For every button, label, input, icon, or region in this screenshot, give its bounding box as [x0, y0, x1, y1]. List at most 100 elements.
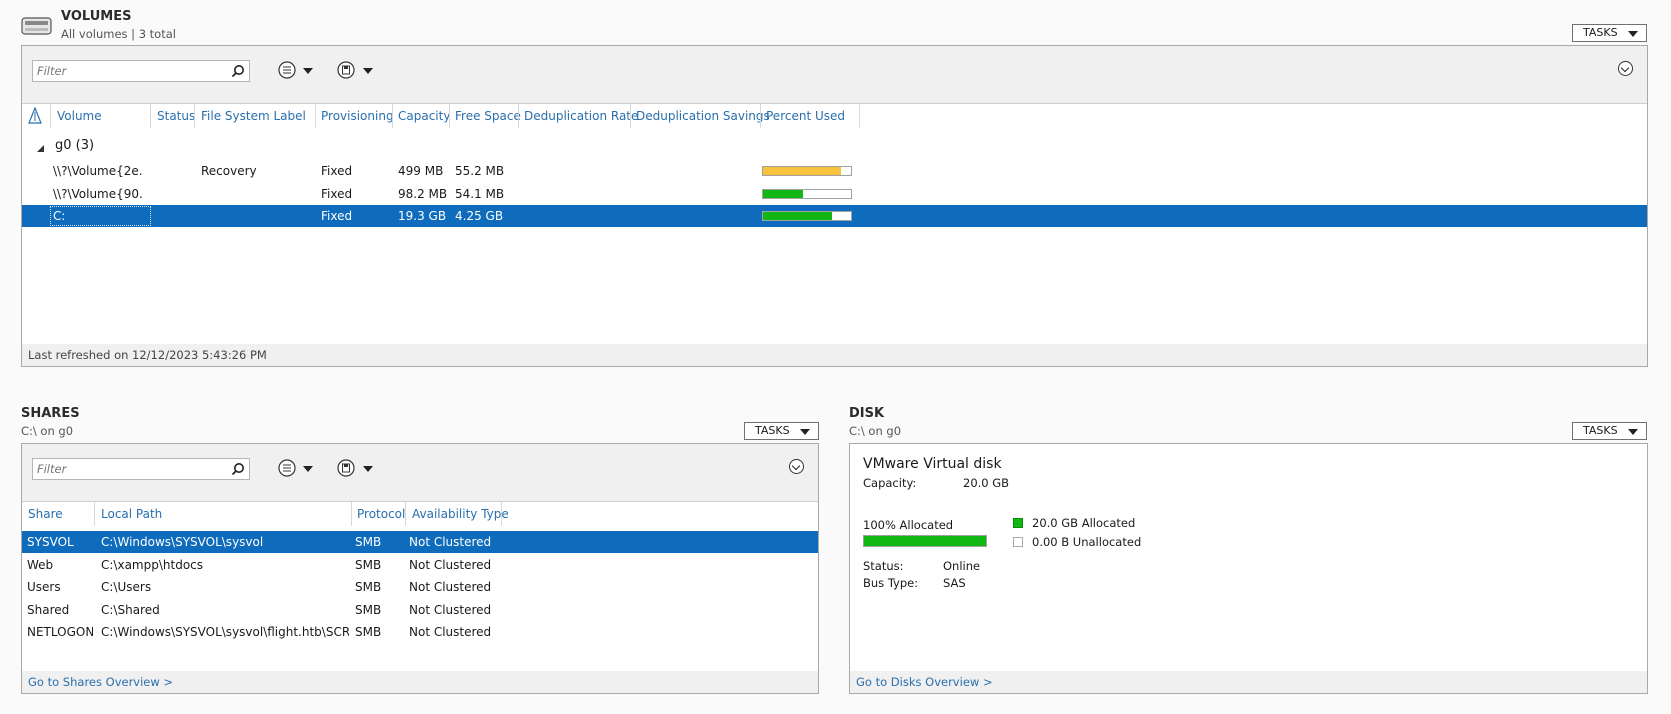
volume-cell-free: 4.25 GB	[455, 209, 504, 223]
share-cell-protocol: SMB	[355, 625, 382, 639]
go-to-disks-overview-link[interactable]: Go to Disks Overview >	[856, 675, 993, 689]
legend-unallocated-swatch	[1013, 537, 1023, 547]
search-icon[interactable]	[231, 64, 245, 81]
disk-bus-label: Bus Type:	[863, 576, 919, 590]
share-cell-protocol: SMB	[355, 535, 382, 549]
save-query-dropdown-icon[interactable]	[363, 68, 373, 74]
legend-allocated-swatch	[1013, 518, 1023, 528]
disk-status-value: Online	[943, 559, 981, 573]
volume-cell-capacity: 499 MB	[398, 164, 444, 178]
column-header-capacity[interactable]: Capacity	[398, 109, 450, 123]
shares-title: SHARES	[21, 406, 80, 421]
column-header-share[interactable]: Share	[28, 507, 63, 521]
volume-cell-label: Recovery	[201, 164, 257, 178]
tasks-label: TASKS	[755, 424, 790, 437]
shares-panel: Filter Share Local Path Protocol Availab…	[21, 443, 819, 694]
volume-cell-free: 54.1 MB	[455, 186, 505, 201]
disk-capacity-value: 20.0 GB	[963, 476, 1010, 490]
share-cell-path: C:\Windows\SYSVOL\sysvol	[101, 535, 264, 549]
disk-footer: Go to Disks Overview >	[850, 671, 1647, 693]
legend-allocated-label: 20.0 GB Allocated	[1032, 516, 1136, 530]
group-label: g0 (3)	[55, 138, 95, 153]
column-header-row: Volume Status File System Label Provisio…	[22, 104, 1647, 128]
share-cell-path: C:\Windows\SYSVOL\sysvol\flight.htb\SCRI…	[101, 625, 349, 639]
share-row[interactable]: Web C:\xampp\htdocs SMB Not Clustered	[22, 554, 818, 576]
chevron-down-icon	[1628, 31, 1638, 37]
legend-unallocated-label: 0.00 B Unallocated	[1032, 535, 1142, 549]
tasks-label: TASKS	[1583, 424, 1618, 437]
column-header-percent-used[interactable]: Percent Used	[766, 109, 845, 123]
share-cell-path: C:\Users	[101, 580, 152, 594]
disk-tasks-button[interactable]: TASKS	[1572, 422, 1647, 440]
volumes-tasks-button[interactable]: TASKS	[1572, 24, 1647, 42]
percent-used-bar	[762, 166, 852, 176]
volume-cell-free: 55.2 MB	[455, 164, 505, 178]
share-row[interactable]: NETLOGON C:\Windows\SYSVOL\sysvol\flight.…	[22, 621, 818, 643]
volumes-subtitle: All volumes | 3 total	[61, 27, 176, 41]
list-view-dropdown-icon[interactable]	[303, 466, 313, 472]
sort-icon[interactable]	[28, 106, 42, 128]
volume-cell-provisioning: Fixed	[321, 186, 353, 201]
share-cell-availability: Not Clustered	[409, 557, 492, 572]
shares-footer: Go to Shares Overview >	[22, 671, 818, 693]
allocation-bar-fill	[864, 536, 986, 546]
allocated-label: 100% Allocated	[863, 518, 954, 532]
list-view-icon[interactable]	[278, 459, 296, 480]
share-cell-protocol: SMB	[355, 602, 382, 617]
filter-placeholder: Filter	[37, 462, 67, 476]
column-header-deduplication-rate[interactable]: Deduplication Rate	[524, 109, 638, 123]
disk-subtitle: C:\ on g0	[849, 424, 902, 438]
save-query-dropdown-icon[interactable]	[363, 466, 373, 472]
last-refreshed-text: Last refreshed on 12/12/2023 5:43:26 PM	[28, 348, 267, 362]
volumes-title: VOLUMES	[61, 9, 132, 24]
column-header-provisioning[interactable]: Provisioning	[321, 109, 394, 123]
share-row[interactable]: SYSVOL C:\Windows\SYSVOL\sysvol SMB Not Clu…	[22, 531, 818, 553]
share-cell-availability: Not Clustered	[409, 602, 492, 617]
column-header-free-space[interactable]: Free Space	[455, 109, 521, 123]
volume-row[interactable]: \\?\Volume{2e... Recovery Fixed 499 MB 55.2 …	[22, 160, 1647, 182]
percent-used-bar-fill	[763, 212, 832, 220]
list-view-dropdown-icon[interactable]	[303, 68, 313, 74]
share-cell-availability: Not Clustered	[409, 535, 492, 549]
column-header-deduplication-savings[interactable]: Deduplication Savings	[636, 109, 770, 123]
volumes-panel: Filter Volume Status File System Label P…	[21, 45, 1648, 367]
share-cell-path: C:\Shared	[101, 602, 160, 617]
collapse-triangle-icon[interactable]	[36, 142, 45, 156]
percent-used-bar-fill	[763, 167, 842, 175]
volume-cell-volume: C:	[53, 209, 66, 223]
list-view-icon[interactable]	[278, 61, 296, 82]
go-to-shares-overview-link[interactable]: Go to Shares Overview >	[28, 675, 173, 689]
column-header-volume[interactable]: Volume	[57, 109, 102, 123]
share-cell-availability: Not Clustered	[409, 580, 492, 594]
volumes-icon	[21, 17, 52, 35]
shares-tasks-button[interactable]: TASKS	[744, 422, 819, 440]
save-query-icon[interactable]	[337, 459, 355, 480]
column-header-file-system-label[interactable]: File System Label	[201, 109, 306, 123]
share-row[interactable]: Shared C:\Shared SMB Not Clustered	[22, 599, 818, 621]
share-cell-protocol: SMB	[355, 557, 382, 572]
save-query-icon[interactable]	[337, 61, 355, 82]
column-header-availability-type[interactable]: Availability Type	[412, 507, 509, 521]
shares-column-header-row: Share Local Path Protocol Availability T…	[22, 502, 818, 526]
column-header-local-path[interactable]: Local Path	[101, 507, 162, 521]
percent-used-bar	[762, 188, 852, 199]
volumes-filter-input[interactable]: Filter	[32, 60, 250, 82]
disk-status-label: Status:	[863, 559, 904, 573]
volume-row[interactable]: \\?\Volume{90... Fixed 98.2 MB 54.1 MB	[22, 183, 1647, 205]
shares-filter-input[interactable]: Filter	[32, 458, 250, 480]
volume-row[interactable]: C: Fixed 19.3 GB 4.25 GB	[22, 205, 1647, 227]
collapse-toolbar-icon[interactable]	[1618, 61, 1633, 76]
share-row[interactable]: Users C:\Users SMB Not Clustered	[22, 576, 818, 598]
disk-name: VMware Virtual disk	[863, 456, 1002, 472]
search-icon[interactable]	[231, 462, 245, 479]
shares-toolbar: Filter	[22, 444, 818, 502]
allocation-bar	[863, 535, 987, 547]
disk-bus-value: SAS	[943, 576, 966, 590]
volume-cell-provisioning: Fixed	[321, 209, 353, 223]
share-cell-share: Users	[27, 580, 61, 594]
volume-cell-volume: \\?\Volume{90...	[53, 186, 143, 201]
column-header-status[interactable]: Status	[157, 109, 195, 123]
column-header-protocol[interactable]: Protocol	[357, 507, 405, 521]
collapse-toolbar-icon[interactable]	[789, 459, 804, 474]
chevron-down-icon	[800, 429, 810, 435]
